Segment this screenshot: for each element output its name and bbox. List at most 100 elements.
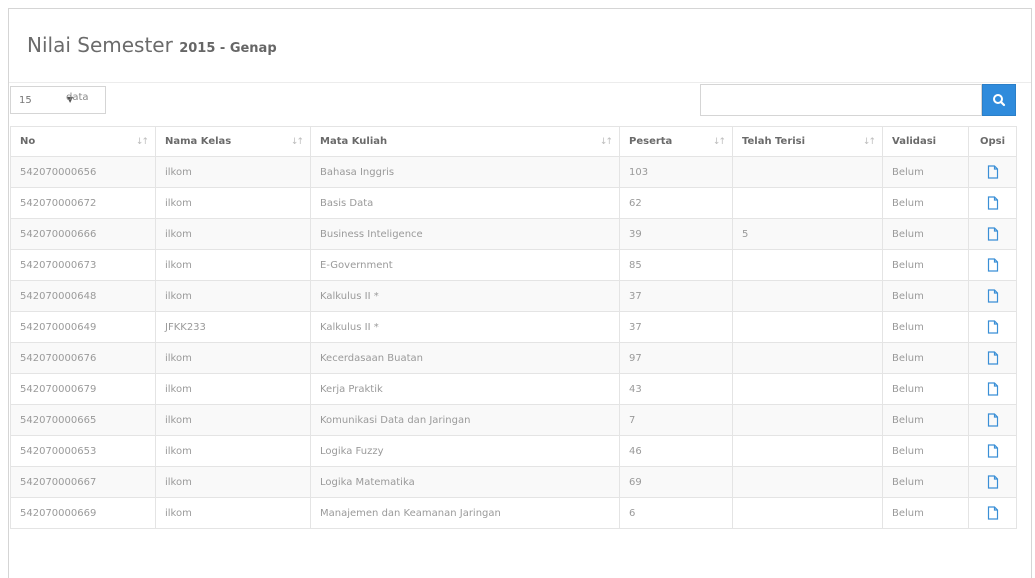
cell-opsi: [968, 187, 1017, 219]
cell-peserta: 37: [619, 280, 733, 312]
table-row: 542070000673 ilkom E-Government 85 Belum: [10, 249, 1017, 281]
cell-peserta: 103: [619, 156, 733, 188]
page-title: Nilai Semester 2015 - Genap: [27, 33, 277, 57]
edit-document-icon[interactable]: [987, 475, 999, 489]
cell-opsi: [968, 249, 1017, 281]
column-header-no[interactable]: No ↓↑: [10, 126, 156, 157]
cell-no: 542070000649: [10, 311, 156, 343]
cell-telah-terisi: [732, 466, 883, 498]
cell-opsi: [968, 342, 1017, 374]
sort-icon: ↓↑: [712, 137, 726, 147]
edit-document-icon[interactable]: [987, 444, 999, 458]
cell-validasi: Belum: [882, 249, 969, 281]
cell-validasi: Belum: [882, 435, 969, 467]
cell-validasi: Belum: [882, 342, 969, 374]
table-body: 542070000656 ilkom Bahasa Inggris 103 Belum 5…: [10, 156, 1017, 529]
page-length-value: 15: [19, 94, 32, 106]
edit-document-icon[interactable]: [987, 227, 999, 241]
page-length-select[interactable]: 15 ▼: [10, 86, 106, 114]
cell-opsi: [968, 311, 1017, 343]
cell-validasi: Belum: [882, 497, 969, 529]
cell-peserta: 46: [619, 435, 733, 467]
cell-nama-kelas: ilkom: [155, 342, 311, 374]
cell-telah-terisi: [732, 280, 883, 312]
cell-peserta: 39: [619, 218, 733, 250]
cell-no: 542070000665: [10, 404, 156, 436]
cell-telah-terisi: [732, 497, 883, 529]
page-title-text: Nilai Semester: [27, 33, 173, 57]
edit-document-icon[interactable]: [987, 258, 999, 272]
cell-validasi: Belum: [882, 311, 969, 343]
sort-icon: ↓↑: [599, 137, 613, 147]
cell-validasi: Belum: [882, 466, 969, 498]
search-input[interactable]: [700, 84, 982, 116]
edit-document-icon[interactable]: [987, 196, 999, 210]
cell-no: 542070000653: [10, 435, 156, 467]
cell-peserta: 85: [619, 249, 733, 281]
table-row: 542070000656 ilkom Bahasa Inggris 103 Belum: [10, 156, 1017, 188]
cell-validasi: Belum: [882, 404, 969, 436]
table-row: 542070000665 ilkom Komunikasi Data dan Jar…: [10, 404, 1017, 436]
table-row: 542070000679 ilkom Kerja Praktik 43 Belum: [10, 373, 1017, 405]
cell-nama-kelas: JFKK233: [155, 311, 311, 343]
cell-opsi: [968, 404, 1017, 436]
cell-mata-kuliah: Logika Matematika: [310, 466, 620, 498]
edit-document-icon[interactable]: [987, 413, 999, 427]
cell-peserta: 69: [619, 466, 733, 498]
cell-no: 542070000679: [10, 373, 156, 405]
cell-telah-terisi: 5: [732, 218, 883, 250]
cell-mata-kuliah: Komunikasi Data dan Jaringan: [310, 404, 620, 436]
cell-validasi: Belum: [882, 156, 969, 188]
edit-document-icon[interactable]: [987, 165, 999, 179]
cell-peserta: 37: [619, 311, 733, 343]
cell-telah-terisi: [732, 156, 883, 188]
cell-mata-kuliah: Kerja Praktik: [310, 373, 620, 405]
cell-peserta: 62: [619, 187, 733, 219]
cell-mata-kuliah: Kalkulus II *: [310, 311, 620, 343]
cell-nama-kelas: ilkom: [155, 404, 311, 436]
cell-opsi: [968, 156, 1017, 188]
cell-mata-kuliah: Kecerdasaan Buatan: [310, 342, 620, 374]
cell-peserta: 97: [619, 342, 733, 374]
table-row: 542070000676 ilkom Kecerdasaan Buatan 97 Bel…: [10, 342, 1017, 374]
edit-document-icon[interactable]: [987, 351, 999, 365]
cell-nama-kelas: ilkom: [155, 466, 311, 498]
edit-document-icon[interactable]: [987, 382, 999, 396]
table-row: 542070000648 ilkom Kalkulus II * 37 Belum: [10, 280, 1017, 312]
cell-telah-terisi: [732, 311, 883, 343]
cell-mata-kuliah: Manajemen dan Keamanan Jaringan: [310, 497, 620, 529]
table-row: 542070000666 ilkom Business Inteligence 39 5…: [10, 218, 1017, 250]
column-header-telah-terisi[interactable]: Telah Terisi ↓↑: [732, 126, 883, 157]
cell-telah-terisi: [732, 187, 883, 219]
column-header-mata-kuliah[interactable]: Mata Kuliah ↓↑: [310, 126, 620, 157]
edit-document-icon[interactable]: [987, 289, 999, 303]
cell-nama-kelas: ilkom: [155, 156, 311, 188]
cell-nama-kelas: ilkom: [155, 373, 311, 405]
edit-document-icon[interactable]: [987, 320, 999, 334]
cell-validasi: Belum: [882, 187, 969, 219]
edit-document-icon[interactable]: [987, 506, 999, 520]
cell-opsi: [968, 435, 1017, 467]
column-header-validasi: Validasi: [882, 126, 969, 157]
cell-no: 542070000656: [10, 156, 156, 188]
cell-opsi: [968, 497, 1017, 529]
cell-mata-kuliah: Kalkulus II *: [310, 280, 620, 312]
cell-telah-terisi: [732, 342, 883, 374]
column-header-peserta[interactable]: Peserta ↓↑: [619, 126, 733, 157]
cell-no: 542070000673: [10, 249, 156, 281]
cell-mata-kuliah: Basis Data: [310, 187, 620, 219]
cell-nama-kelas: ilkom: [155, 249, 311, 281]
cell-nama-kelas: ilkom: [155, 280, 311, 312]
cell-nama-kelas: ilkom: [155, 187, 311, 219]
table-row: 542070000653 ilkom Logika Fuzzy 46 Belum: [10, 435, 1017, 467]
search-icon: [993, 94, 1006, 107]
cell-peserta: 6: [619, 497, 733, 529]
cell-telah-terisi: [732, 404, 883, 436]
cell-mata-kuliah: Bahasa Inggris: [310, 156, 620, 188]
column-header-nama-kelas[interactable]: Nama Kelas ↓↑: [155, 126, 311, 157]
cell-no: 542070000669: [10, 497, 156, 529]
cell-nama-kelas: ilkom: [155, 497, 311, 529]
search-button[interactable]: [982, 84, 1016, 116]
cell-mata-kuliah: E-Government: [310, 249, 620, 281]
cell-validasi: Belum: [882, 218, 969, 250]
